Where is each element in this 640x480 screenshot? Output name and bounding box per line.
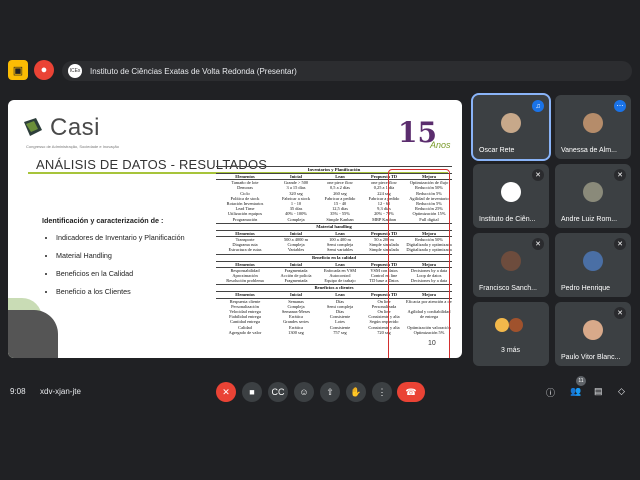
table-cell: Elementos <box>235 174 255 179</box>
table-cell: Elementos <box>235 230 255 236</box>
participant-tile[interactable]: ✕ Paulo Vitor Blanc... <box>555 302 631 366</box>
presenter-avatar: ICEx <box>68 64 82 78</box>
avatar <box>501 113 521 133</box>
bullet-item: Beneficio a los Clientes <box>56 287 185 296</box>
presenter-banner[interactable]: ICEx Instituto de Ciências Exatas de Vol… <box>62 61 632 81</box>
participant-name: Instituto de Ciên... <box>479 216 536 223</box>
meeting-code: xdv-xjan-jte <box>40 387 81 396</box>
participant-tile[interactable]: ✕ Instituto de Ciên... <box>473 164 549 228</box>
table-cell: Inicial <box>290 174 302 179</box>
mic-off-icon: ✕ <box>614 169 626 181</box>
left-heading: Identificación y caracterización de : <box>42 216 164 225</box>
table-cell: Fragmentada <box>284 278 308 284</box>
avatar <box>583 320 603 340</box>
activities-icon[interactable]: ◇ <box>618 386 625 397</box>
more-icon[interactable]: ⋮ <box>372 382 392 402</box>
table-cell: Agregado de valor <box>228 329 262 335</box>
participant-tile[interactable]: ✕ Francisco Sanch... <box>473 233 549 297</box>
info-icon[interactable]: ⓘ <box>546 386 555 399</box>
table-cell: Inicial <box>290 230 302 236</box>
presenting-icon[interactable]: ▣ <box>8 60 28 80</box>
table-cell: Inicial <box>290 261 302 267</box>
table-cell: Lean <box>335 230 345 236</box>
table-cell: Simple Kanban <box>326 216 354 222</box>
participant-tile-more[interactable]: 3 más <box>473 302 549 366</box>
bullet-item: Beneficios en la Calidad <box>56 269 185 278</box>
table-cell: Elementos <box>235 292 255 298</box>
participant-tile[interactable]: ✕ Andre Luiz Rom... <box>555 164 631 228</box>
mic-off-icon: ✕ <box>614 307 626 319</box>
chat-icon[interactable]: ▤ <box>594 386 603 397</box>
avatar <box>583 182 603 202</box>
participant-name: Andre Luiz Rom... <box>561 216 618 223</box>
decor-shape-gray <box>8 310 58 358</box>
more-options-icon[interactable]: ⋯ <box>614 100 626 112</box>
avatar <box>509 318 523 332</box>
participant-name: Paulo Vitor Blanc... <box>561 354 621 361</box>
speaking-icon: ♫ <box>532 100 544 112</box>
casi-logo-mark <box>24 118 42 136</box>
avatar <box>495 318 509 332</box>
mic-off-icon[interactable]: ✕ <box>216 382 236 402</box>
emoji-icon[interactable]: ☺ <box>294 382 314 402</box>
hand-icon[interactable]: ✋ <box>346 382 366 402</box>
record-icon[interactable]: ● <box>34 60 54 80</box>
table-cell: Elementos <box>235 261 255 267</box>
page-number: 10 <box>428 340 436 347</box>
logo-text: Casi <box>50 114 101 141</box>
avatar <box>583 251 603 271</box>
participant-name: Oscar Rete <box>479 147 515 154</box>
mic-off-icon: ✕ <box>614 238 626 250</box>
avatar <box>583 113 603 133</box>
mejora-highlight-box <box>388 169 450 358</box>
people-icon[interactable]: 👥 <box>570 386 581 397</box>
participant-name: 3 más <box>501 347 521 354</box>
table-cell: Equipo de trabajo <box>324 278 356 284</box>
table-cell: Lean <box>335 174 345 179</box>
presenter-title: Instituto de Ciências Exatas de Volta Re… <box>90 66 297 76</box>
participant-tile[interactable]: ♫ Oscar Rete <box>471 93 551 161</box>
mic-off-icon: ✕ <box>532 169 544 181</box>
mic-off-icon: ✕ <box>532 238 544 250</box>
captions-icon[interactable]: CC <box>268 382 288 402</box>
bullet-item: Material Handling <box>56 251 185 260</box>
avatar <box>501 182 521 202</box>
table-cell: Lean <box>335 292 345 298</box>
participant-tile[interactable]: ⋯ Vanessa de Alm... <box>555 95 631 159</box>
participant-tile[interactable]: ✕ Pedro Henrique <box>555 233 631 297</box>
bullet-list: Indicadores de Inventario y Planificació… <box>42 233 185 296</box>
table-cell: Estructura de rutas <box>228 247 262 253</box>
table-cell: Compleja <box>287 216 305 222</box>
present-icon[interactable]: ⇧ <box>320 382 340 402</box>
participant-name: Vanessa de Alm... <box>561 147 617 154</box>
participant-name: Pedro Henrique <box>561 285 611 292</box>
anniversary-text: Anos <box>430 140 451 150</box>
left-content: Identificación y caracterización de : In… <box>42 216 185 305</box>
participant-count-badge: 11 <box>576 376 586 386</box>
table-cell: Programación <box>232 216 258 222</box>
avatar <box>501 251 521 271</box>
participant-name: Francisco Sanch... <box>479 285 537 292</box>
camera-icon[interactable]: ■ <box>242 382 262 402</box>
table-cell: Inicial <box>290 292 302 298</box>
logo-subtitle: Congresso de Administração, Sociedade e … <box>26 144 119 149</box>
table-cell: Semi variables <box>327 247 353 253</box>
bullet-item: Indicadores de Inventario y Planificació… <box>56 233 185 242</box>
table-cell: 1300 seg <box>288 329 304 335</box>
table-cell: Variables <box>287 247 305 253</box>
clock-time: 9:08 <box>10 387 26 396</box>
shared-slide: Casi Congresso de Administração, Socieda… <box>8 100 462 358</box>
end-call-icon[interactable]: ☎ <box>397 382 425 402</box>
table-cell: 757 seg <box>333 329 347 335</box>
table-cell: Lean <box>335 261 345 267</box>
table-cell: Resolución problema <box>226 278 264 284</box>
